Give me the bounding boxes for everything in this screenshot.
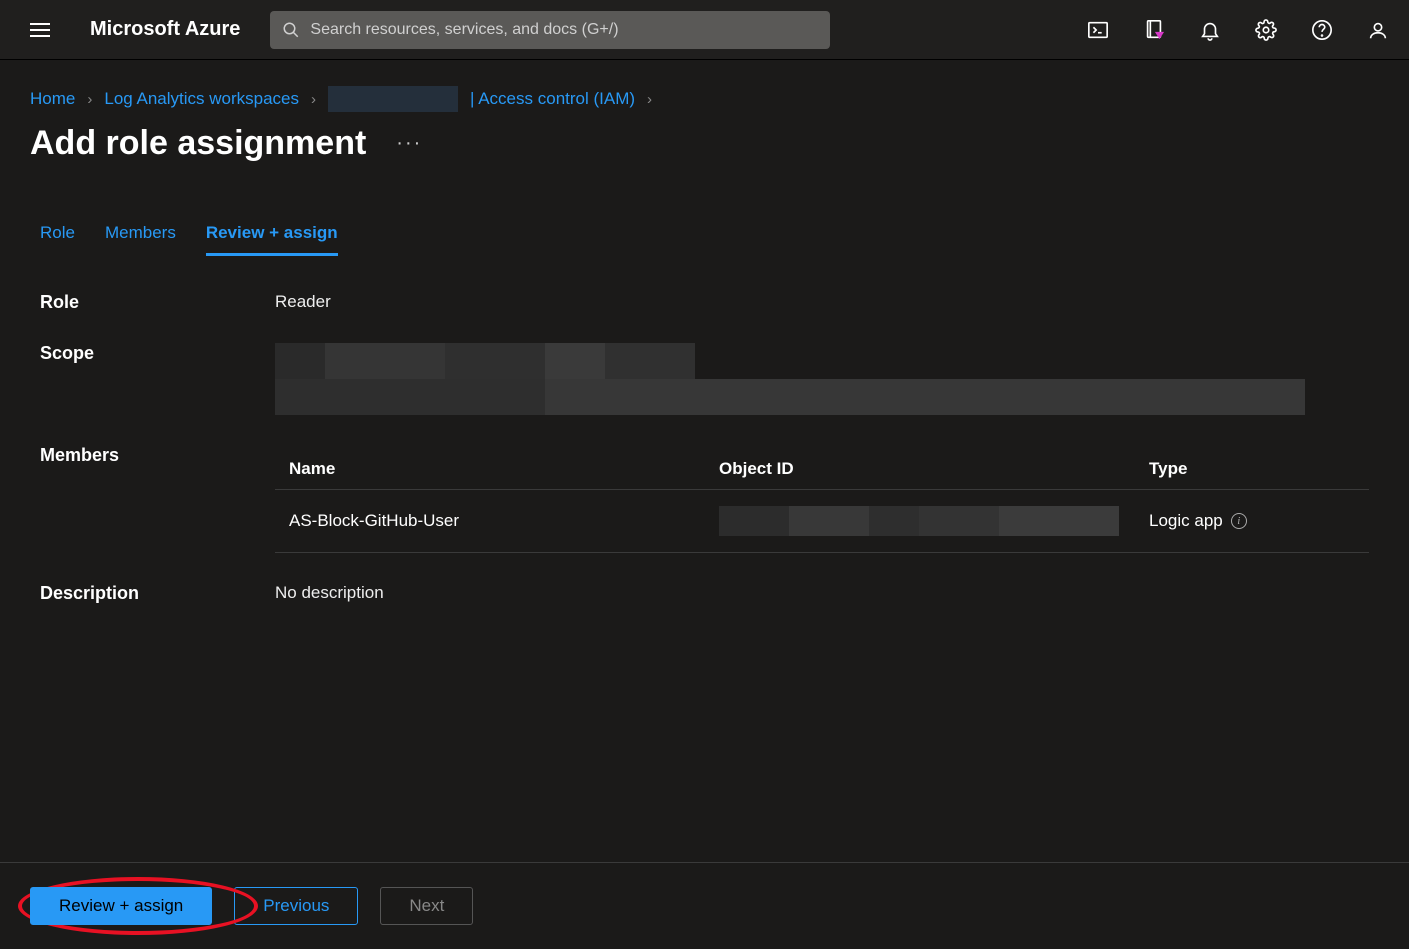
members-label: Members [40,445,275,466]
filter-icon[interactable] [1143,19,1165,41]
breadcrumb-home[interactable]: Home [30,89,75,109]
description-label: Description [40,583,275,604]
tabs: Role Members Review + assign [0,163,1409,256]
member-type: Logic app i [1149,511,1355,531]
review-content: Role Reader Scope Members Name Object ID… [0,256,1409,862]
member-name: AS-Block-GitHub-User [289,511,719,531]
notifications-icon[interactable] [1199,19,1221,41]
wizard-footer: Review + assign Previous Next [0,862,1409,949]
info-icon[interactable]: i [1231,513,1247,529]
tab-role[interactable]: Role [40,223,75,256]
help-icon[interactable] [1311,19,1333,41]
cloud-shell-icon[interactable] [1087,19,1109,41]
brand-logo[interactable]: Microsoft Azure [90,18,240,41]
table-row: AS-Block-GitHub-User Logic app i [275,490,1369,553]
scope-label: Scope [40,343,275,364]
members-row: Members Name Object ID Type AS-Block-Git… [40,445,1369,553]
tab-members[interactable]: Members [105,223,176,256]
review-assign-button[interactable]: Review + assign [30,887,212,925]
breadcrumb-workspaces[interactable]: Log Analytics workspaces [104,89,299,109]
breadcrumb-workspace-name-redacted[interactable] [328,86,458,112]
role-value: Reader [275,292,1369,312]
member-objectid-redacted [719,506,1149,536]
role-row: Role Reader [40,292,1369,313]
scope-row: Scope [40,343,1369,415]
chevron-right-icon: › [647,91,652,108]
top-bar: Microsoft Azure [0,0,1409,60]
page-header: Add role assignment ··· [0,112,1409,163]
breadcrumb-iam[interactable]: | Access control (IAM) [470,89,635,109]
search-input[interactable] [270,11,830,49]
search-icon [282,21,300,39]
previous-button[interactable]: Previous [234,887,358,925]
menu-icon[interactable] [20,13,60,47]
more-actions-icon[interactable]: ··· [396,132,422,155]
col-name-header: Name [289,459,719,479]
settings-icon[interactable] [1255,19,1277,41]
role-label: Role [40,292,275,313]
tab-review-assign[interactable]: Review + assign [206,223,338,256]
members-table: Name Object ID Type AS-Block-GitHub-User… [275,449,1369,553]
col-type-header: Type [1149,459,1355,479]
topbar-actions [1087,19,1389,41]
chevron-right-icon: › [311,91,316,108]
page-title: Add role assignment [30,124,366,163]
description-row: Description No description [40,583,1369,604]
description-value: No description [275,583,1369,603]
next-button: Next [380,887,473,925]
chevron-right-icon: › [87,91,92,108]
breadcrumb: Home › Log Analytics workspaces › | Acce… [0,60,1409,112]
col-objectid-header: Object ID [719,459,1149,479]
scope-value-redacted [275,343,1369,415]
feedback-icon[interactable] [1367,19,1389,41]
members-table-header: Name Object ID Type [275,449,1369,490]
global-search[interactable] [270,11,830,49]
